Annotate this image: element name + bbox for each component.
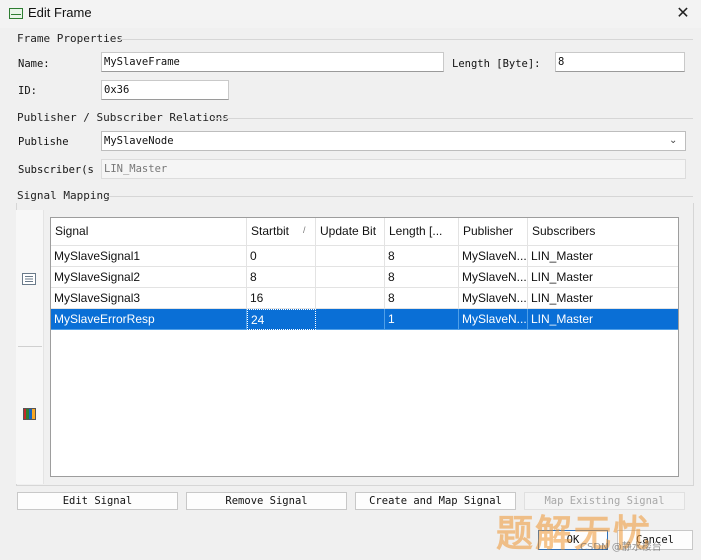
group-divider	[214, 118, 693, 119]
cell-signal: MySlaveSignal3	[51, 288, 247, 309]
cell-length: 8	[385, 246, 459, 267]
cell-subscribers: LIN_Master	[528, 309, 678, 330]
cell-subscribers: LIN_Master	[528, 246, 678, 267]
column-header-update-bit[interactable]: Update Bit	[316, 218, 385, 246]
column-header-publisher[interactable]: Publisher	[459, 218, 528, 246]
table-row[interactable]: MySlaveSignal1 0 8 MySlaveN... LIN_Maste…	[51, 246, 678, 267]
frame-window-icon	[9, 8, 23, 19]
publisher-label: Publishe	[18, 136, 69, 148]
name-label: Name:	[18, 58, 50, 70]
title-bar: Edit Frame ✕	[0, 0, 701, 28]
color-palette-icon[interactable]	[23, 408, 37, 420]
cell-signal: MySlaveSignal2	[51, 267, 247, 288]
cell-length: 8	[385, 288, 459, 309]
cell-signal: MySlaveSignal1	[51, 246, 247, 267]
frame-properties-title: Frame Properties	[17, 32, 123, 45]
cell-update-bit	[316, 288, 385, 309]
cell-subscribers: LIN_Master	[528, 267, 678, 288]
cell-signal: MySlaveErrorResp	[51, 309, 247, 330]
cell-startbit[interactable]: 24	[247, 309, 316, 330]
column-header-startbit-label: Startbit	[251, 224, 290, 238]
length-input[interactable]: 8	[555, 52, 685, 72]
column-header-startbit[interactable]: Startbit /	[247, 218, 316, 246]
cell-startbit: 16	[247, 288, 316, 309]
close-icon[interactable]: ✕	[668, 2, 698, 26]
publisher-value: MySlaveNode	[104, 135, 174, 147]
table-row-selected[interactable]: MySlaveErrorResp 24 1 MySlaveN... LIN_Ma…	[51, 309, 678, 330]
strip-divider	[18, 346, 42, 347]
group-divider	[106, 196, 693, 197]
subscriber-label: Subscriber(s	[18, 164, 94, 176]
cell-publisher: MySlaveN...	[459, 246, 528, 267]
cell-length: 8	[385, 267, 459, 288]
cell-startbit: 0	[247, 246, 316, 267]
cell-publisher: MySlaveN...	[459, 267, 528, 288]
sort-indicator-icon: /	[303, 225, 306, 235]
csdn-watermark: CSDN @静水楼台	[580, 542, 662, 553]
cell-update-bit	[316, 309, 385, 330]
id-input[interactable]: 0x36	[101, 80, 229, 100]
id-label: ID:	[18, 85, 37, 97]
subscriber-field: LIN_Master	[101, 159, 686, 179]
properties-icon[interactable]	[22, 273, 36, 285]
create-map-signal-button[interactable]: Create and Map Signal	[355, 492, 516, 510]
table-row[interactable]: MySlaveSignal3 16 8 MySlaveN... LIN_Mast…	[51, 288, 678, 309]
remove-signal-button[interactable]: Remove Signal	[186, 492, 347, 510]
chevron-down-icon[interactable]: ⌄	[669, 135, 681, 147]
edit-signal-button[interactable]: Edit Signal	[17, 492, 178, 510]
cell-publisher: MySlaveN...	[459, 309, 528, 330]
column-header-subscribers[interactable]: Subscribers	[528, 218, 678, 246]
length-label: Length [Byte]:	[452, 58, 541, 70]
group-divider	[120, 39, 693, 40]
cell-subscribers: LIN_Master	[528, 288, 678, 309]
signal-grid[interactable]: Signal Startbit / Update Bit Length [...…	[50, 217, 679, 477]
cell-update-bit	[316, 267, 385, 288]
window-title: Edit Frame	[28, 5, 92, 20]
cell-startbit: 8	[247, 267, 316, 288]
name-input[interactable]: MySlaveFrame	[101, 52, 444, 72]
cell-update-bit	[316, 246, 385, 267]
relations-title: Publisher / Subscriber Relations	[17, 111, 229, 124]
cell-publisher: MySlaveN...	[459, 288, 528, 309]
column-header-length[interactable]: Length [...	[385, 218, 459, 246]
signal-mapping-title: Signal Mapping	[17, 189, 110, 202]
cell-length: 1	[385, 309, 459, 330]
publisher-dropdown[interactable]: MySlaveNode ⌄	[101, 131, 686, 151]
column-header-signal[interactable]: Signal	[51, 218, 247, 246]
table-row[interactable]: MySlaveSignal2 8 8 MySlaveN... LIN_Maste…	[51, 267, 678, 288]
side-toolbar	[16, 210, 44, 484]
